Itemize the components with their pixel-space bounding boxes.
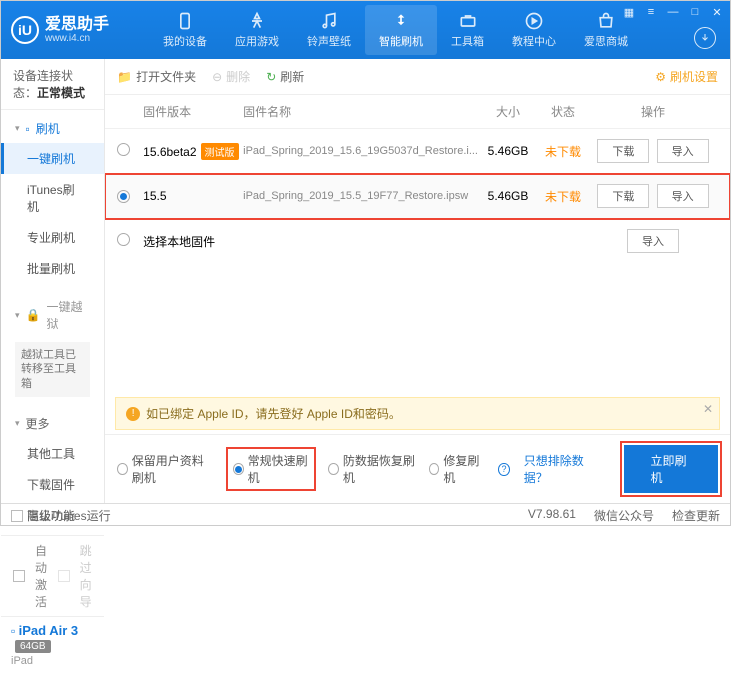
firmware-size: 5.46GB <box>478 144 538 158</box>
status-bar: 阻止iTunes运行 V7.98.61 微信公众号 检查更新 <box>1 503 730 527</box>
row-radio[interactable] <box>117 190 130 203</box>
opt-repair-flash[interactable]: 修复刷机 <box>429 452 484 486</box>
version-label: V7.98.61 <box>528 507 576 524</box>
exclude-data-link[interactable]: 只想排除数据？ <box>524 452 597 486</box>
opt-anti-recovery[interactable]: 防数据恢复刷机 <box>328 452 415 486</box>
connection-status: 设备连接状态：正常模式 <box>1 59 104 110</box>
sidebar-item-download-firmware[interactable]: 下载固件 <box>1 469 104 500</box>
download-manager-icon[interactable] <box>694 27 716 49</box>
open-folder-button[interactable]: 📁打开文件夹 <box>117 68 196 85</box>
win-menu-icon[interactable]: ▦ <box>622 5 636 19</box>
maximize-icon[interactable]: □ <box>688 5 702 19</box>
nav-flash[interactable]: 智能刷机 <box>365 5 437 55</box>
title-bar: iU 爱思助手 www.i4.cn 我的设备 应用游戏 铃声壁纸 智能刷机 工具… <box>1 1 730 59</box>
sidebar-item-other-tools[interactable]: 其他工具 <box>1 438 104 469</box>
app-url: www.i4.cn <box>45 33 109 44</box>
sidebar-group-jailbreak[interactable]: ▾🔒 一键越狱 <box>1 292 104 338</box>
opt-keep-data[interactable]: 保留用户资料刷机 <box>117 452 214 486</box>
row-radio[interactable] <box>117 233 130 246</box>
check-update-link[interactable]: 检查更新 <box>672 507 720 524</box>
firmware-name: iPad_Spring_2019_15.6_19G5037d_Restore.i… <box>243 145 478 157</box>
delete-button: ⊖删除 <box>212 68 250 85</box>
apple-id-notice: ! 如已绑定 Apple ID，请先登好 Apple ID和密码。 ✕ <box>115 397 720 430</box>
sidebar: 设备连接状态：正常模式 ▾▫ 刷机 一键刷机 iTunes刷机 专业刷机 批量刷… <box>1 59 105 503</box>
device-name: iPad Air 3 <box>19 623 78 638</box>
refresh-button[interactable]: ↻刷新 <box>266 68 304 85</box>
row-radio[interactable] <box>117 143 130 156</box>
device-storage-badge: 64GB <box>15 640 51 653</box>
flash-options: 保留用户资料刷机 常规快速刷机 防数据恢复刷机 修复刷机 ? 只想排除数据？ 立… <box>105 434 730 503</box>
help-icon[interactable]: ? <box>498 463 510 476</box>
jailbreak-note: 越狱工具已转移至工具箱 <box>15 342 90 397</box>
nav-toolbox[interactable]: 工具箱 <box>437 5 498 55</box>
notice-close-icon[interactable]: ✕ <box>703 402 713 416</box>
beta-tag: 测试版 <box>201 143 239 160</box>
win-settings-icon[interactable]: ≡ <box>644 5 658 19</box>
sidebar-item-batch-flash[interactable]: 批量刷机 <box>1 253 104 284</box>
import-button[interactable]: 导入 <box>627 229 679 253</box>
device-type: iPad <box>11 655 94 667</box>
auto-activate-checkbox[interactable] <box>13 570 25 582</box>
firmware-size: 5.46GB <box>478 189 538 203</box>
nav-my-device[interactable]: 我的设备 <box>149 5 221 55</box>
sidebar-group-more[interactable]: ▾更多 <box>1 409 104 438</box>
nav-tutorial[interactable]: 教程中心 <box>498 5 570 55</box>
flash-now-button[interactable]: 立即刷机 <box>624 445 718 493</box>
logo-icon: iU <box>11 16 39 44</box>
nav-ringtones[interactable]: 铃声壁纸 <box>293 5 365 55</box>
sidebar-item-pro-flash[interactable]: 专业刷机 <box>1 222 104 253</box>
close-icon[interactable]: ✕ <box>710 5 724 19</box>
import-button[interactable]: 导入 <box>657 139 709 163</box>
toolbar: 📁打开文件夹 ⊖删除 ↻刷新 ⚙刷机设置 <box>105 59 730 95</box>
flash-settings-button[interactable]: ⚙刷机设置 <box>655 68 718 85</box>
block-itunes-checkbox[interactable] <box>11 510 23 522</box>
main-content: 📁打开文件夹 ⊖删除 ↻刷新 ⚙刷机设置 固件版本 固件名称 大小 状态 操作 … <box>105 59 730 503</box>
info-icon: ! <box>126 407 140 421</box>
firmware-row[interactable]: 15.6beta2测试版 iPad_Spring_2019_15.6_19G50… <box>105 129 730 174</box>
minimize-icon[interactable]: — <box>666 5 680 19</box>
wechat-link[interactable]: 微信公众号 <box>594 507 654 524</box>
firmware-status: 未下载 <box>538 143 588 160</box>
sidebar-group-flash[interactable]: ▾▫ 刷机 <box>1 114 104 143</box>
download-button[interactable]: 下载 <box>597 184 649 208</box>
firmware-table: 固件版本 固件名称 大小 状态 操作 15.6beta2测试版 iPad_Spr… <box>105 95 730 393</box>
firmware-row-selected[interactable]: 15.5 iPad_Spring_2019_15.5_19F77_Restore… <box>105 174 730 219</box>
import-button[interactable]: 导入 <box>657 184 709 208</box>
opt-fast-flash[interactable]: 常规快速刷机 <box>228 449 314 489</box>
app-logo: iU 爱思助手 www.i4.cn <box>11 16 109 45</box>
main-nav: 我的设备 应用游戏 铃声壁纸 智能刷机 工具箱 教程中心 爱思商城 <box>149 5 642 55</box>
download-button[interactable]: 下载 <box>597 139 649 163</box>
device-panel[interactable]: ▫ iPad Air 3 64GB iPad <box>1 616 104 673</box>
sidebar-item-itunes-flash[interactable]: iTunes刷机 <box>1 174 104 222</box>
skip-guide-checkbox[interactable] <box>58 570 70 582</box>
table-header: 固件版本 固件名称 大小 状态 操作 <box>105 95 730 129</box>
sidebar-options: 自动激活 跳过向导 <box>1 535 104 616</box>
app-name: 爱思助手 <box>45 16 109 34</box>
firmware-name: iPad_Spring_2019_15.5_19F77_Restore.ipsw <box>243 190 478 202</box>
nav-apps[interactable]: 应用游戏 <box>221 5 293 55</box>
firmware-status: 未下载 <box>538 188 588 205</box>
sidebar-item-oneclick-flash[interactable]: 一键刷机 <box>1 143 104 174</box>
local-firmware-row[interactable]: 选择本地固件 导入 <box>105 219 730 263</box>
window-controls: ▦ ≡ — □ ✕ <box>622 5 724 19</box>
